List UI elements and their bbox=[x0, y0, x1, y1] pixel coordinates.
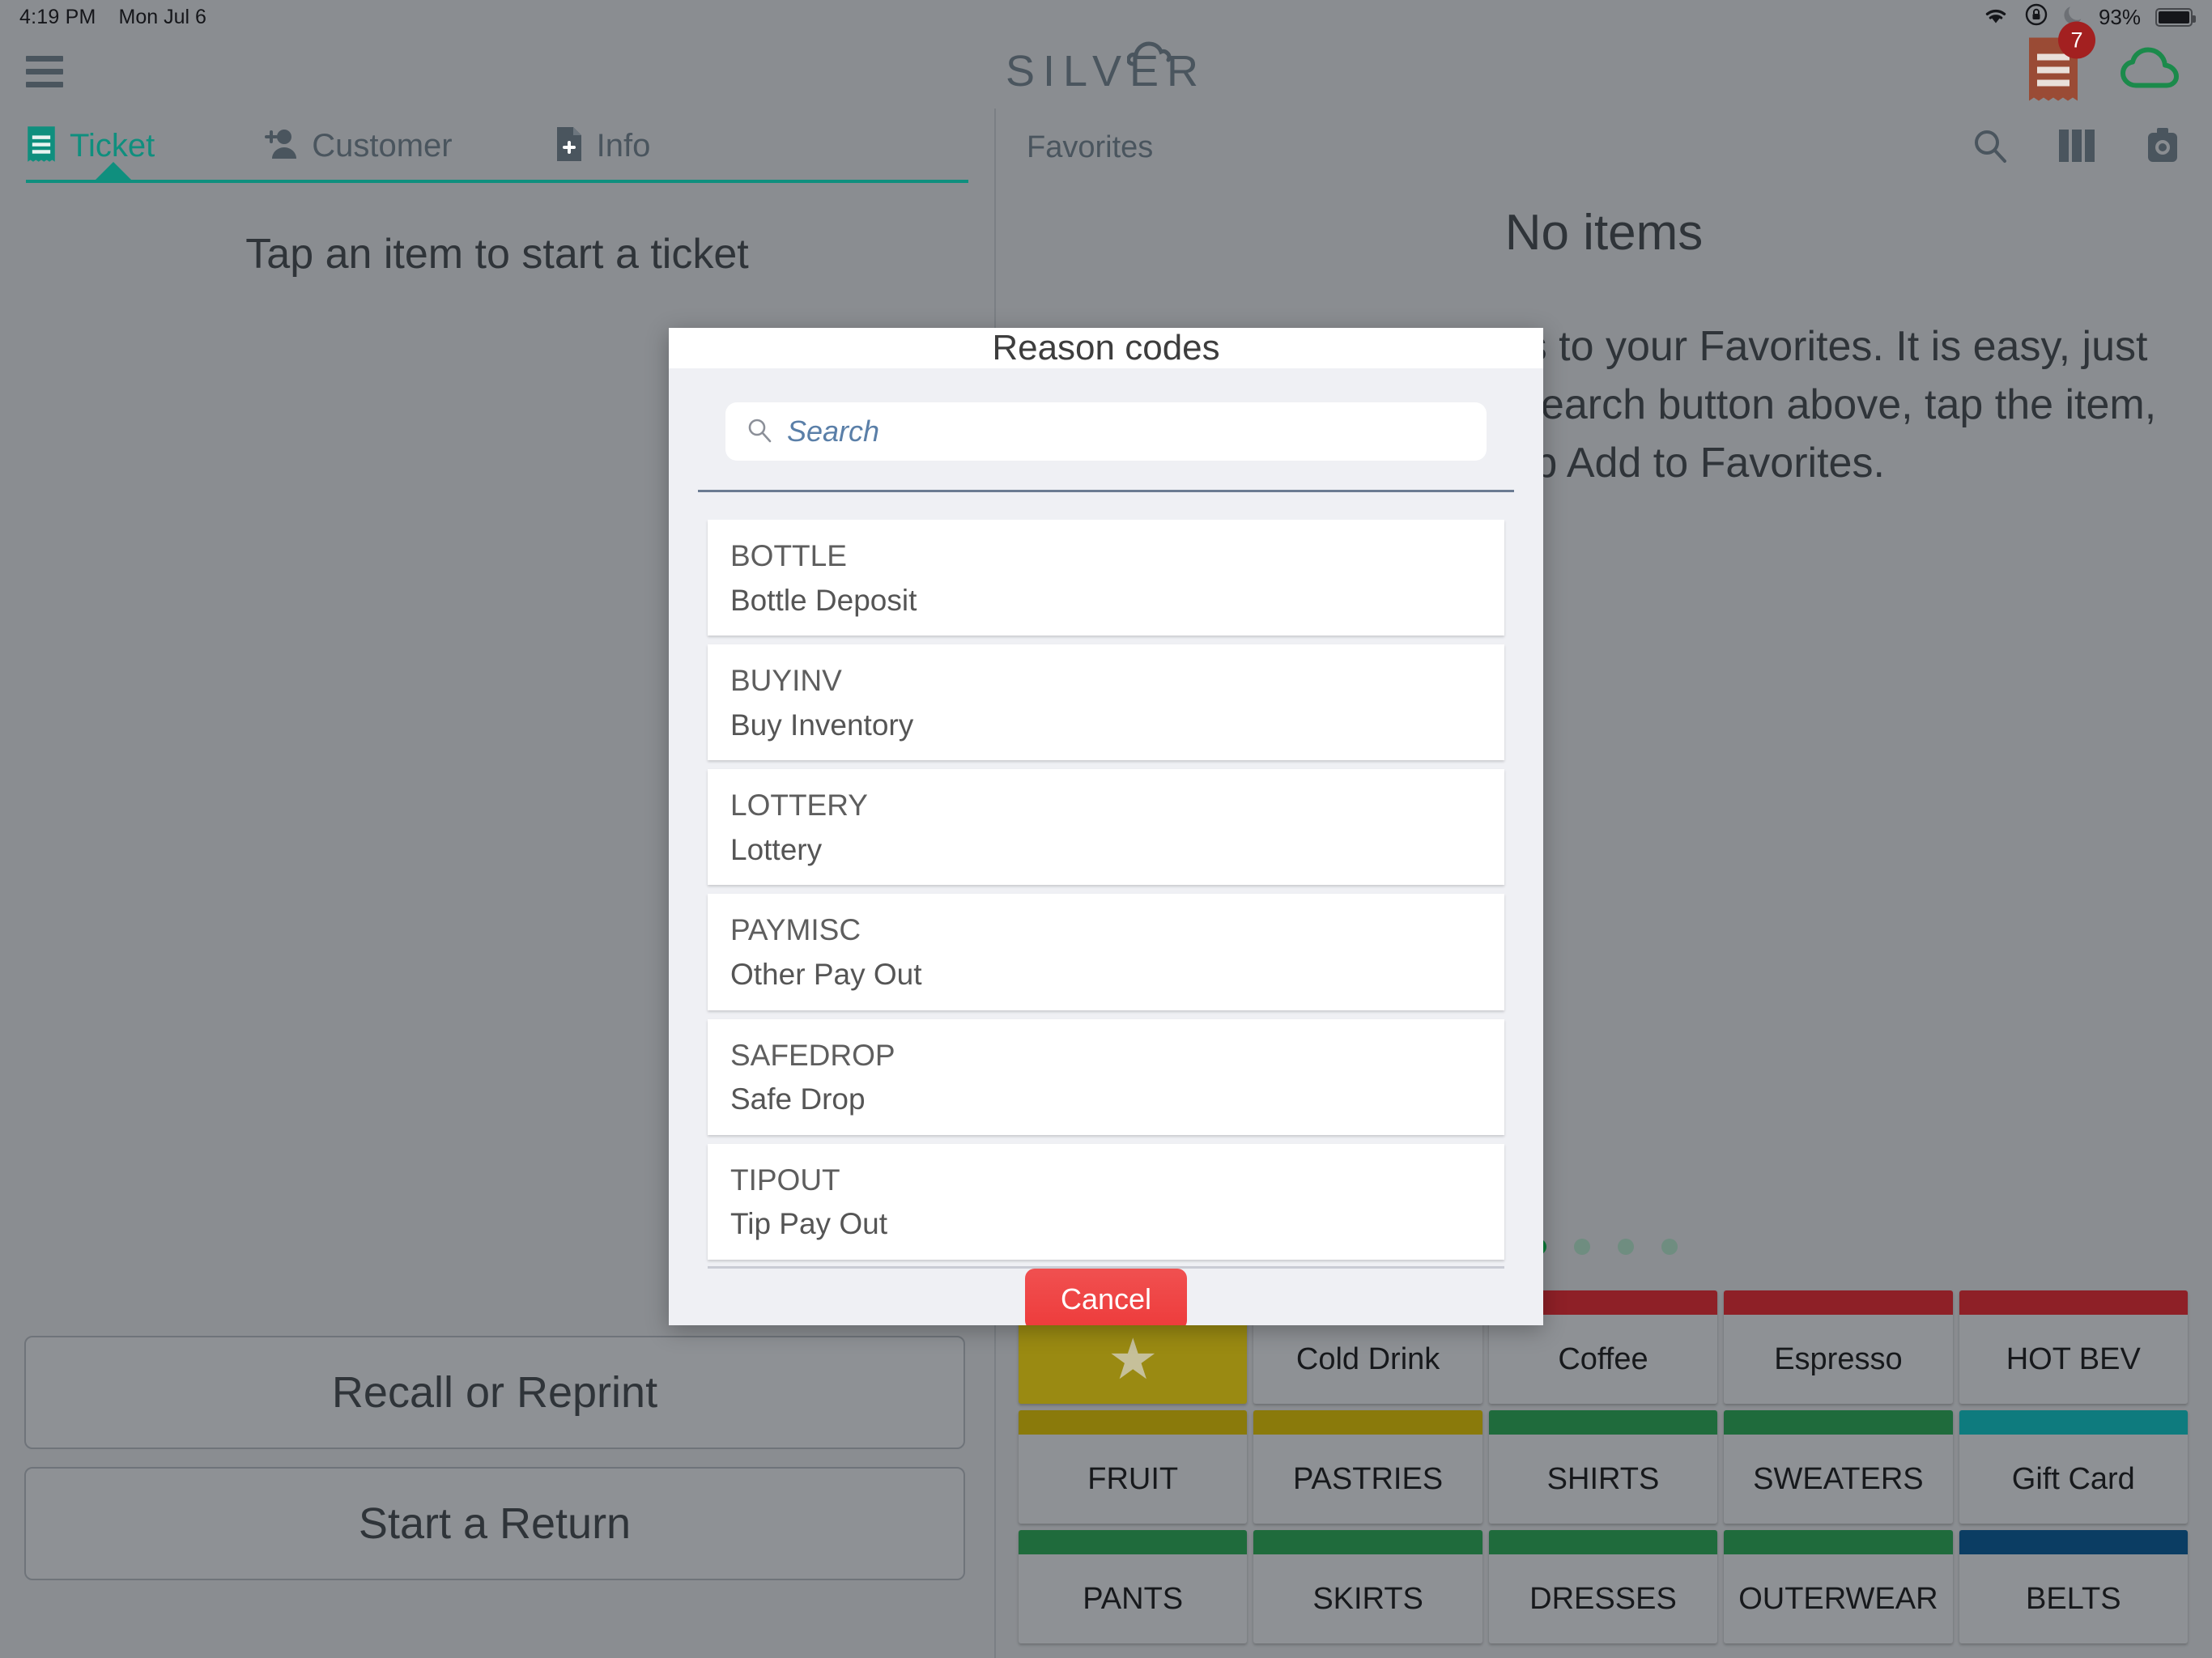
search-placeholder: Search bbox=[787, 414, 880, 448]
reason-code-description: Safe Drop bbox=[730, 1082, 866, 1116]
reason-code-description: Lottery bbox=[730, 832, 823, 866]
list-bottom-rule bbox=[708, 1265, 1504, 1269]
reason-code-value: BUYINV bbox=[730, 664, 842, 698]
reason-code-description: Buy Inventory bbox=[730, 708, 914, 742]
dialog-body: Search BOTTLE Bottle Deposit BUYINV Buy Inv… bbox=[669, 368, 1543, 1269]
search-icon bbox=[747, 417, 772, 447]
reason-code-row[interactable]: PAYMISC Other Pay Out bbox=[708, 894, 1504, 1010]
reason-code-row[interactable]: LOTTERY Lottery bbox=[708, 769, 1504, 886]
reason-code-value: SAFEDROP bbox=[730, 1038, 895, 1072]
reason-code-value: PAYMISC bbox=[730, 913, 861, 947]
reason-code-description: Tip Pay Out bbox=[730, 1207, 887, 1241]
cancel-button[interactable]: Cancel bbox=[1025, 1268, 1187, 1325]
dialog-divider bbox=[698, 490, 1514, 492]
dialog-header: Reason codes bbox=[669, 328, 1543, 368]
reason-code-value: BOTTLE bbox=[730, 539, 847, 572]
reason-code-row[interactable]: TIPOUT Tip Pay Out bbox=[708, 1143, 1504, 1260]
reason-code-row[interactable]: BOTTLE Bottle Deposit bbox=[708, 520, 1504, 636]
pos-app-screen: 4:19 PM Mon Jul 6 93% SILVER 7 Ticket Cu… bbox=[0, 0, 2212, 1658]
reason-code-row[interactable]: BUYINV Buy Inventory bbox=[708, 644, 1504, 761]
reason-code-description: Bottle Deposit bbox=[730, 583, 917, 617]
dialog-footer: Cancel bbox=[669, 1268, 1543, 1325]
search-input[interactable]: Search bbox=[725, 402, 1487, 461]
reason-code-description: Other Pay Out bbox=[730, 958, 922, 992]
reason-code-row[interactable]: SAFEDROP Safe Drop bbox=[708, 1018, 1504, 1135]
reason-codes-dialog: Reason codes Search BOTTLE Bottle Deposit… bbox=[669, 328, 1543, 1325]
reason-code-value: TIPOUT bbox=[730, 1163, 840, 1197]
reason-codes-list[interactable]: BOTTLE Bottle Deposit BUYINV Buy Inventory L… bbox=[669, 520, 1543, 1269]
dialog-title: Reason codes bbox=[992, 328, 1220, 368]
reason-code-value: LOTTERY bbox=[730, 789, 868, 823]
dialog-search-row: Search bbox=[669, 368, 1543, 461]
